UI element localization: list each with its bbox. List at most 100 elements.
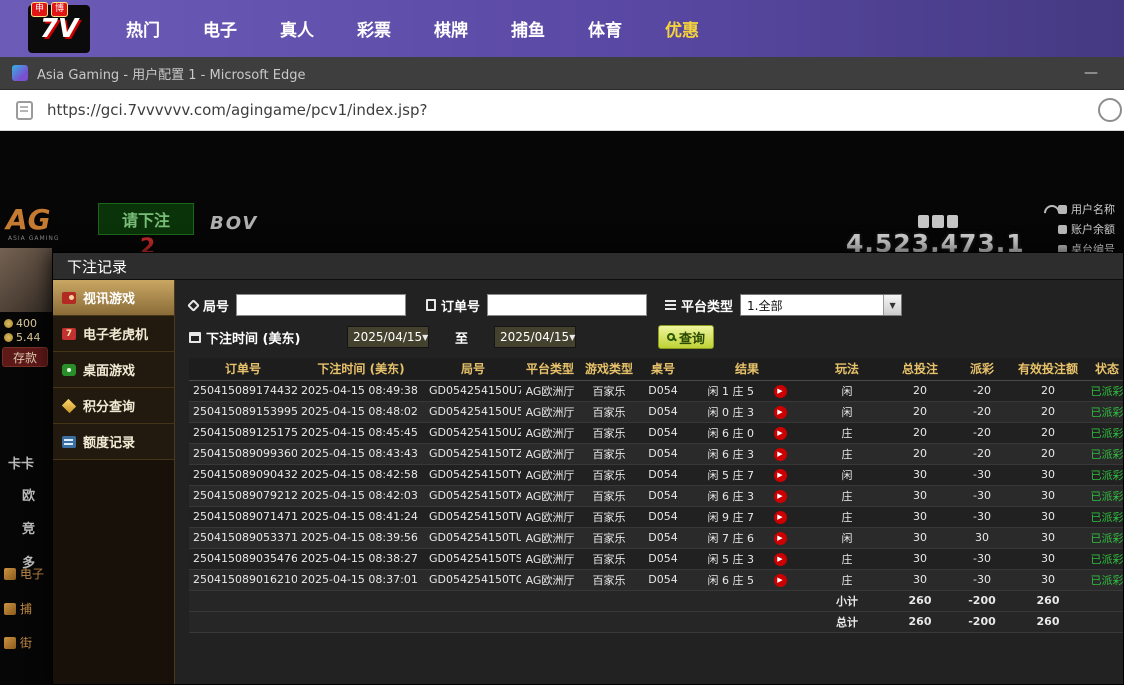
account-info-row: 账户余额	[1058, 221, 1115, 237]
ledger-icon	[62, 436, 76, 448]
dock-icon	[4, 568, 16, 580]
date-to-select[interactable]: 2025/04/15 ▼	[494, 326, 576, 348]
menu-item-label: 视讯游戏	[83, 288, 135, 307]
replay-video-icon[interactable]: ▶	[774, 532, 787, 545]
replay-video-icon[interactable]: ▶	[774, 469, 787, 482]
window-title: Asia Gaming - 用户配置 1 - Microsoft Edge	[37, 64, 306, 83]
nav-item[interactable]: 优惠	[665, 16, 699, 41]
dock-label: 电子	[20, 565, 44, 582]
nav-item[interactable]: 电子	[203, 16, 237, 41]
magnifier-icon	[667, 333, 675, 341]
nav-item[interactable]: 体育	[588, 16, 622, 41]
valid-bet-cell: 20	[1011, 422, 1085, 443]
bet-row: 250415089016210 2025-04-15 08:37:01 GD05…	[189, 569, 1123, 590]
bet-time-cell: 2025-04-15 08:45:45	[297, 422, 425, 443]
address-input[interactable]: https://gci.7vvvvvv.com/agingame/pcv1/in…	[47, 101, 427, 119]
play-type-cell: 庄	[807, 506, 887, 527]
filter-row-2: 下注时间 (美东) 2025/04/15 ▼ 至 2025/04/15 ▼	[189, 324, 1123, 350]
valid-bet-cell: 30	[1011, 485, 1085, 506]
profile-icon[interactable]	[1098, 98, 1122, 122]
user-avatar	[0, 248, 52, 312]
round-no-cell: GD054254150TW	[425, 506, 521, 527]
platform-type-select[interactable]: 1.全部 ▼	[740, 294, 902, 316]
valid-bet-cell: 30	[1011, 527, 1085, 548]
minimize-button[interactable]: —	[1070, 65, 1112, 81]
platform-type-label: 平台类型	[665, 296, 733, 315]
table-no-cell: D054	[639, 506, 687, 527]
nav-item[interactable]: 热门	[126, 16, 160, 41]
bet-row: 250415089090432 2025-04-15 08:42:58 GD05…	[189, 464, 1123, 485]
round-no-cell: GD054254150U7	[425, 380, 521, 401]
order-no-cell: 250415089016210	[189, 569, 297, 590]
dock-label: 捕	[20, 600, 32, 617]
table-no-cell: D054	[639, 464, 687, 485]
result-cell: 闲 0 庄 3 ▶	[687, 401, 807, 422]
replay-video-icon[interactable]: ▶	[774, 490, 787, 503]
platform-cell: AG欧洲厅	[521, 422, 579, 443]
table-header-row: 订单号 下注时间 (美东) 局号 平台类型 游戏类型	[189, 358, 1123, 380]
valid-bet-cell: 30	[1011, 569, 1085, 590]
menu-item[interactable]: 电子老虎机	[53, 316, 174, 352]
round-no-cell: GD054254150TU	[425, 527, 521, 548]
menu-item[interactable]: 桌面游戏	[53, 352, 174, 388]
balance-main: 5.44	[16, 331, 41, 344]
replay-video-icon[interactable]: ▶	[774, 448, 787, 461]
column-header: 结果	[687, 358, 807, 380]
total-bet-cell: 30	[887, 548, 953, 569]
video-icon	[62, 292, 76, 304]
replay-video-icon[interactable]: ▶	[774, 406, 787, 419]
bet-time-cell: 2025-04-15 08:43:43	[297, 443, 425, 464]
replay-video-icon[interactable]: ▶	[774, 385, 787, 398]
bet-prompt-banner: 请下注	[98, 203, 194, 235]
menu-item[interactable]: 视讯游戏	[53, 280, 174, 316]
order-no-cell: 250415089125175	[189, 422, 297, 443]
column-header: 总投注	[887, 358, 953, 380]
logo-badges: 申 博	[31, 2, 68, 17]
order-no-cell: 250415089153995	[189, 401, 297, 422]
subtotal-row: 小计 260 -200 260	[189, 590, 1123, 611]
round-no-label: 局号	[189, 296, 229, 315]
dice-icon	[62, 364, 76, 376]
page-content: AG ASIA GAMING 请下注 2 BOV 4,523,473.1 用户名…	[0, 131, 1124, 685]
menu-item[interactable]: 积分查询	[53, 388, 174, 424]
search-button[interactable]: 查询	[658, 325, 714, 349]
valid-bet-cell: 30	[1011, 548, 1085, 569]
replay-video-icon[interactable]: ▶	[774, 574, 787, 587]
chevron-down-icon[interactable]: ▼	[883, 295, 901, 315]
column-header: 有效投注额	[1011, 358, 1085, 380]
menu-item[interactable]: 额度记录	[53, 424, 174, 460]
menu-item-label: 电子老虎机	[83, 324, 148, 343]
result-cell: 闲 5 庄 7 ▶	[687, 464, 807, 485]
round-no-input[interactable]	[236, 294, 406, 316]
replay-video-icon[interactable]: ▶	[774, 427, 787, 440]
bet-time-cell: 2025-04-15 08:42:03	[297, 485, 425, 506]
page-info-icon[interactable]	[16, 101, 33, 120]
column-header: 桌号	[639, 358, 687, 380]
date-from-select[interactable]: 2025/04/15 ▼	[347, 326, 429, 348]
replay-video-icon[interactable]: ▶	[774, 511, 787, 524]
replay-video-icon[interactable]: ▶	[774, 553, 787, 566]
result-text: 闲 0 庄 3	[708, 406, 755, 419]
status-badge: 已派彩	[1085, 380, 1123, 401]
valid-bet-cell: 20	[1011, 380, 1085, 401]
table-body: 250415089174432 2025-04-15 08:49:38 GD05…	[189, 380, 1123, 590]
balance-row-1: 400	[4, 317, 37, 330]
account-info-label: 账户余额	[1071, 221, 1115, 237]
slot-icon	[62, 328, 76, 340]
nav-item[interactable]: 真人	[280, 16, 314, 41]
platform-cell: AG欧洲厅	[521, 401, 579, 422]
nav-item[interactable]: 捕鱼	[511, 16, 545, 41]
order-no-cell: 250415089053371	[189, 527, 297, 548]
order-no-input[interactable]	[487, 294, 647, 316]
result-cell: 闲 6 庄 5 ▶	[687, 569, 807, 590]
site-logo[interactable]: 申 博 7V	[28, 5, 90, 53]
nav-item[interactable]: 彩票	[357, 16, 391, 41]
chevron-down-icon: ▼	[422, 333, 428, 342]
game-type-cell: 百家乐	[579, 548, 639, 569]
chevron-down-icon: ▼	[569, 333, 575, 342]
nav-item[interactable]: 棋牌	[434, 16, 468, 41]
total-bet-cell: 20	[887, 443, 953, 464]
result-cell: 闲 6 庄 0 ▶	[687, 422, 807, 443]
total-total-bet: 260	[887, 611, 953, 632]
table-no-cell: D054	[639, 548, 687, 569]
